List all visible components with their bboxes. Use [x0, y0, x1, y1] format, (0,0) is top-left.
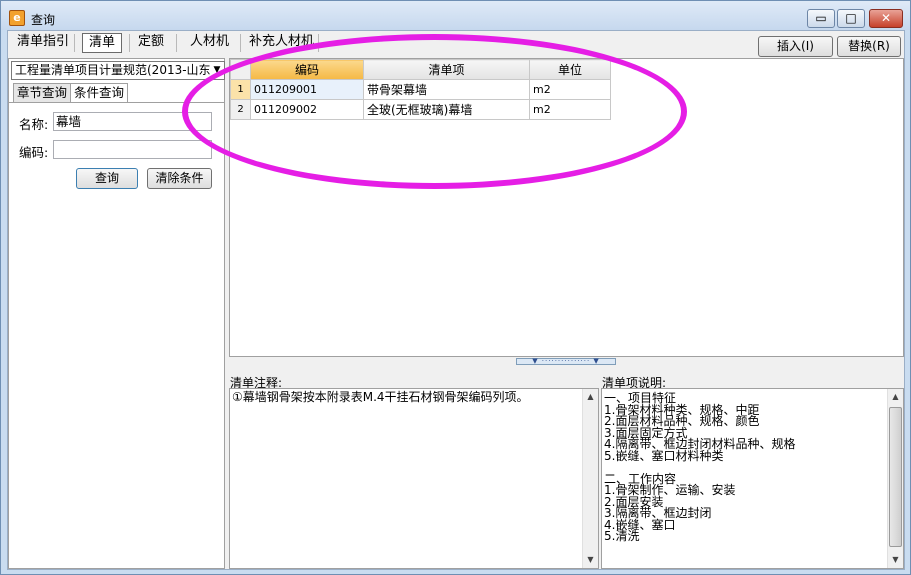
collapse-arrow-icon[interactable]: ▼ ··············· ▼	[516, 358, 616, 365]
replace-button[interactable]: 替换(R)	[837, 36, 901, 57]
scroll-down-icon[interactable]: ▼	[583, 552, 598, 568]
cell-unit[interactable]: m2	[529, 99, 611, 120]
query-panel: 工程量清单项目计量规范(2013-山东 ▼ 章节查询 条件查询 名称: 幕墙 编…	[8, 58, 225, 569]
table-header-row: 编码 清单项 单位	[230, 59, 611, 80]
row-number: 2	[230, 99, 251, 120]
notes-box[interactable]: ①幕墙钢骨架按本附录表M.4干挂石材钢骨架编码列项。 ▲ ▼	[229, 388, 599, 569]
scroll-up-icon[interactable]: ▲	[888, 389, 903, 405]
notes-scrollbar[interactable]: ▲ ▼	[582, 389, 598, 568]
cell-code[interactable]: 011209001	[250, 79, 364, 100]
title-bar[interactable]: e 查询 ▭ □ ✕	[1, 1, 910, 30]
table-row[interactable]: 2 011209002 全玻(无框玻璃)幕墙 m2	[230, 99, 611, 120]
insert-button[interactable]: 插入(I)	[758, 36, 833, 57]
cell-unit[interactable]: m2	[529, 79, 611, 100]
tab-supplement[interactable]: 补充人材机	[243, 33, 320, 53]
scroll-down-icon[interactable]: ▼	[888, 552, 903, 568]
chevron-down-icon[interactable]: ▼	[210, 62, 224, 79]
tab-chapter-query[interactable]: 章节查询	[13, 83, 72, 103]
tab-strip: 清单指引 清单 定额 人材机 补充人材机 插入(I) 替换(R)	[8, 31, 904, 57]
tab-divider	[129, 34, 130, 52]
tab-condition-query[interactable]: 条件查询	[70, 83, 129, 103]
code-label: 编码:	[19, 145, 49, 160]
row-number: 1	[230, 79, 251, 100]
query-window: e 查询 ▭ □ ✕ 清单指引 清单 定额 人材机 补充人材机 插入(I) 替换…	[0, 0, 911, 575]
tab-labor-material-machine[interactable]: 人材机	[184, 33, 235, 53]
description-text: 一、项目特征 1.骨架材料种类、规格、中距 2.面层材料品种、规格、颜色 3.面层固定…	[604, 392, 795, 543]
scroll-up-icon[interactable]: ▲	[583, 389, 598, 405]
tab-divider	[318, 34, 319, 52]
corner-cell	[230, 59, 251, 80]
cell-item[interactable]: 全玻(无框玻璃)幕墙	[363, 99, 530, 120]
code-field[interactable]	[53, 140, 212, 159]
tab-divider	[74, 34, 75, 52]
app-icon: e	[9, 10, 25, 26]
description-line: 5.嵌缝、塞口材料种类	[604, 448, 724, 463]
tab-bill[interactable]: 清单	[82, 33, 123, 53]
bill-grid: 编码 清单项 单位 1 011209001 带骨架幕墙 m2 2 0112090…	[229, 58, 904, 357]
query-button[interactable]: 查询	[76, 168, 138, 189]
description-line: 5.清洗	[604, 529, 640, 543]
cell-item[interactable]: 带骨架幕墙	[363, 79, 530, 100]
scrollbar-thumb[interactable]	[889, 407, 902, 547]
notes-text: ①幕墙钢骨架按本附录表M.4干挂石材钢骨架编码列项。	[232, 390, 529, 404]
tab-bill-guide[interactable]: 清单指引	[11, 33, 75, 53]
clear-conditions-button[interactable]: 清除条件	[147, 168, 212, 189]
tab-quota[interactable]: 定额	[132, 33, 170, 53]
results-table: 编码 清单项 单位 1 011209001 带骨架幕墙 m2 2 0112090…	[230, 59, 611, 120]
minimize-button[interactable]: ▭	[807, 9, 835, 28]
tab-divider	[240, 34, 241, 52]
description-scrollbar[interactable]: ▲ ▼	[887, 389, 903, 568]
cell-code[interactable]: 011209002	[250, 99, 364, 120]
maximize-button[interactable]: □	[837, 9, 865, 28]
column-header-unit[interactable]: 单位	[529, 59, 611, 80]
tab-divider	[176, 34, 177, 52]
subtab-underline	[9, 102, 224, 103]
spec-select-value: 工程量清单项目计量规范(2013-山东	[15, 63, 211, 77]
spec-select[interactable]: 工程量清单项目计量规范(2013-山东 ▼	[11, 61, 225, 80]
table-row[interactable]: 1 011209001 带骨架幕墙 m2	[230, 79, 611, 100]
window-title: 查询	[31, 13, 56, 27]
description-box[interactable]: 一、项目特征 1.骨架材料种类、规格、中距 2.面层材料品种、规格、颜色 3.面层固定…	[601, 388, 904, 569]
horizontal-splitter[interactable]: ▼ ··············· ▼	[229, 357, 904, 366]
column-header-code[interactable]: 编码	[250, 59, 364, 80]
close-button[interactable]: ✕	[869, 9, 903, 28]
client-area: 清单指引 清单 定额 人材机 补充人材机 插入(I) 替换(R) 工程量清单项目…	[7, 30, 905, 570]
column-header-item[interactable]: 清单项	[363, 59, 530, 80]
name-label: 名称:	[19, 117, 49, 132]
name-field[interactable]: 幕墙	[53, 112, 212, 131]
